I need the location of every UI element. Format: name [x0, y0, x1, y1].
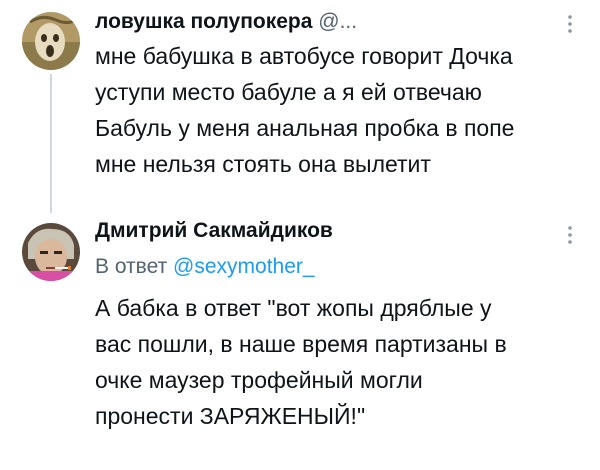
tweet-reply[interactable]: Дмитрий Сакмайдиков В ответ @sexymother_… [0, 205, 600, 470]
author-avatar[interactable] [22, 12, 80, 70]
more-options-button[interactable] [562, 223, 578, 247]
author-avatar[interactable] [22, 223, 80, 281]
avatar-screaming-figure-icon [22, 12, 80, 70]
reply-handle-link[interactable]: @sexymother_ [173, 255, 315, 278]
tweet-text-line: уступи место бабуле а я ей отвечаю [95, 79, 482, 105]
tweet-text-line: очке маузер трофейный могли [95, 367, 423, 393]
tweet-text-line: Бабуль у меня анальная пробка в попе [95, 115, 515, 141]
author-handle[interactable]: @... [318, 10, 357, 33]
more-vertical-icon [568, 15, 572, 33]
avatar-man-with-cigarette-icon [22, 223, 80, 281]
tweet-header: Дмитрий Сакмайдиков [95, 219, 333, 243]
tweet-text-line: мне нельзя стоять она вылетит [95, 151, 431, 177]
tweet-text: А бабка в ответ "вот жопы дряблые у вас … [95, 290, 565, 434]
author-name[interactable]: ловушка полупокера [95, 10, 312, 33]
reply-prefix: В ответ [95, 255, 168, 278]
tweet-text-line: мне бабушка в автобусе говорит Дочка [95, 43, 513, 69]
more-vertical-icon [568, 226, 572, 244]
tweet-original[interactable]: ловушка полупокера @... мне бабушка в ав… [0, 0, 600, 213]
tweet-text-line: вас пошли, в наше время партизаны в [95, 331, 507, 357]
author-name[interactable]: Дмитрий Сакмайдиков [95, 219, 333, 242]
more-options-button[interactable] [562, 12, 578, 36]
tweet-header: ловушка полупокера @... [95, 10, 357, 34]
tweet-text-line: А бабка в ответ "вот жопы дряблые у [95, 295, 492, 321]
reply-context: В ответ @sexymother_ [95, 255, 315, 279]
tweet-text-line: пронести ЗАРЯЖЕНЫЙ!" [95, 403, 366, 429]
tweet-text: мне бабушка в автобусе говорит Дочка уст… [95, 38, 565, 182]
thread-connector-line [50, 74, 52, 213]
